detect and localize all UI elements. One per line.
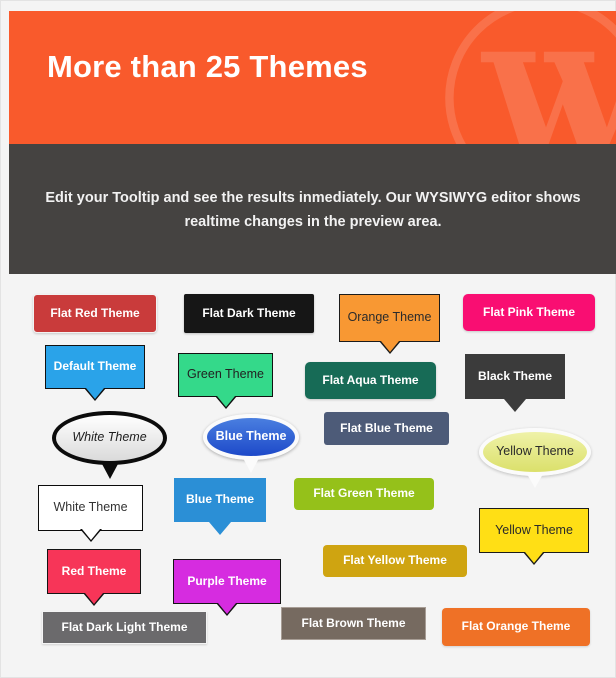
tooltip-flat-aqua-theme[interactable]: Flat Aqua Theme — [305, 362, 436, 399]
wordpress-logo-icon — [445, 11, 616, 144]
tooltip-label: Flat Yellow Theme — [343, 553, 447, 568]
tooltip-label: Yellow Theme — [496, 444, 574, 459]
tooltip-label: White Theme — [53, 500, 128, 515]
tooltip-label: Flat Dark Light Theme — [61, 619, 188, 634]
tooltip-flat-orange-theme[interactable]: Flat Orange Theme — [442, 608, 590, 646]
subtitle-text: Edit your Tooltip and see the results in… — [45, 190, 581, 230]
tooltip-label: Yellow Theme — [495, 522, 573, 537]
tooltip-white-ellipse-theme[interactable]: White Theme — [52, 411, 167, 479]
tooltip-pointer-fill-icon — [218, 603, 236, 614]
tooltip-pointer-fill-icon — [86, 388, 104, 399]
tooltip-label: Flat Aqua Theme — [322, 372, 419, 387]
tooltip-pointer-fill-icon — [525, 552, 543, 563]
tooltip-pointer-fill-icon — [380, 341, 399, 352]
tooltip-label: Default Theme — [53, 359, 137, 374]
tooltip-label: Flat Red Theme — [50, 305, 140, 320]
tooltip-label: Red Theme — [61, 563, 127, 578]
hero-banner: More than 25 Themes — [9, 11, 616, 144]
tooltip-label: Flat Brown Theme — [301, 615, 406, 630]
tooltip-label: Flat Orange Theme — [461, 619, 571, 634]
tooltip-pointer-icon — [527, 474, 543, 488]
tooltip-label: Blue Theme — [215, 429, 287, 444]
tooltip-label: Flat Green Theme — [313, 486, 415, 501]
tooltip-flat-red-theme[interactable]: Flat Red Theme — [33, 294, 157, 333]
tooltip-pointer-fill-icon — [81, 529, 100, 540]
tooltip-pointer-icon — [101, 464, 118, 479]
tooltip-pointer-icon — [243, 458, 259, 473]
tooltip-flat-brown-theme[interactable]: Flat Brown Theme — [281, 607, 426, 640]
tooltip-default-theme[interactable]: Default Theme — [45, 345, 145, 401]
tooltip-red-theme[interactable]: Red Theme — [47, 549, 141, 606]
tooltip-label: Purple Theme — [187, 573, 267, 588]
tooltip-flat-blue-theme[interactable]: Flat Blue Theme — [324, 412, 449, 445]
tooltip-label: Black Theme — [477, 368, 553, 383]
page-title: More than 25 Themes — [47, 49, 368, 84]
tooltip-white-box-theme[interactable]: White Theme — [38, 485, 143, 542]
tooltip-flat-green-theme[interactable]: Flat Green Theme — [294, 478, 434, 510]
tooltip-blue-box-theme[interactable]: Blue Theme — [174, 478, 266, 535]
tooltip-flat-yellow-theme[interactable]: Flat Yellow Theme — [323, 545, 467, 577]
tooltip-black-theme[interactable]: Black Theme — [465, 354, 565, 412]
tooltip-flat-pink-theme[interactable]: Flat Pink Theme — [463, 294, 595, 331]
tooltip-purple-theme[interactable]: Purple Theme — [173, 559, 281, 616]
tooltip-label: White Theme — [72, 430, 147, 445]
tooltip-flat-dark-light-theme[interactable]: Flat Dark Light Theme — [42, 611, 207, 644]
tooltip-flat-dark-theme[interactable]: Flat Dark Theme — [184, 294, 314, 333]
tooltip-label: Blue Theme — [185, 492, 254, 507]
tooltip-pointer-icon — [504, 399, 526, 412]
tooltip-pointer-fill-icon — [85, 593, 103, 604]
tooltip-green-theme[interactable]: Green Theme — [178, 353, 273, 409]
tooltip-label: Flat Blue Theme — [340, 420, 433, 435]
tooltip-yellow-ellipse-theme[interactable]: Yellow Theme — [479, 428, 591, 488]
tooltip-label: Orange Theme — [347, 310, 432, 325]
tooltip-label: Flat Dark Theme — [202, 305, 296, 320]
tooltip-label: Green Theme — [187, 367, 264, 382]
tooltip-yellow-box-theme[interactable]: Yellow Theme — [479, 508, 589, 565]
tooltip-orange-theme[interactable]: Orange Theme — [339, 294, 440, 354]
tooltip-blue-ellipse-theme[interactable]: Blue Theme — [203, 414, 299, 473]
subtitle-bar: Edit your Tooltip and see the results in… — [9, 144, 616, 274]
tooltip-pointer-icon — [209, 522, 231, 535]
themes-showcase-page: More than 25 Themes Edit your Tooltip an… — [0, 0, 616, 678]
tooltip-label: Flat Pink Theme — [482, 304, 576, 319]
tooltip-pointer-fill-icon — [216, 396, 235, 407]
